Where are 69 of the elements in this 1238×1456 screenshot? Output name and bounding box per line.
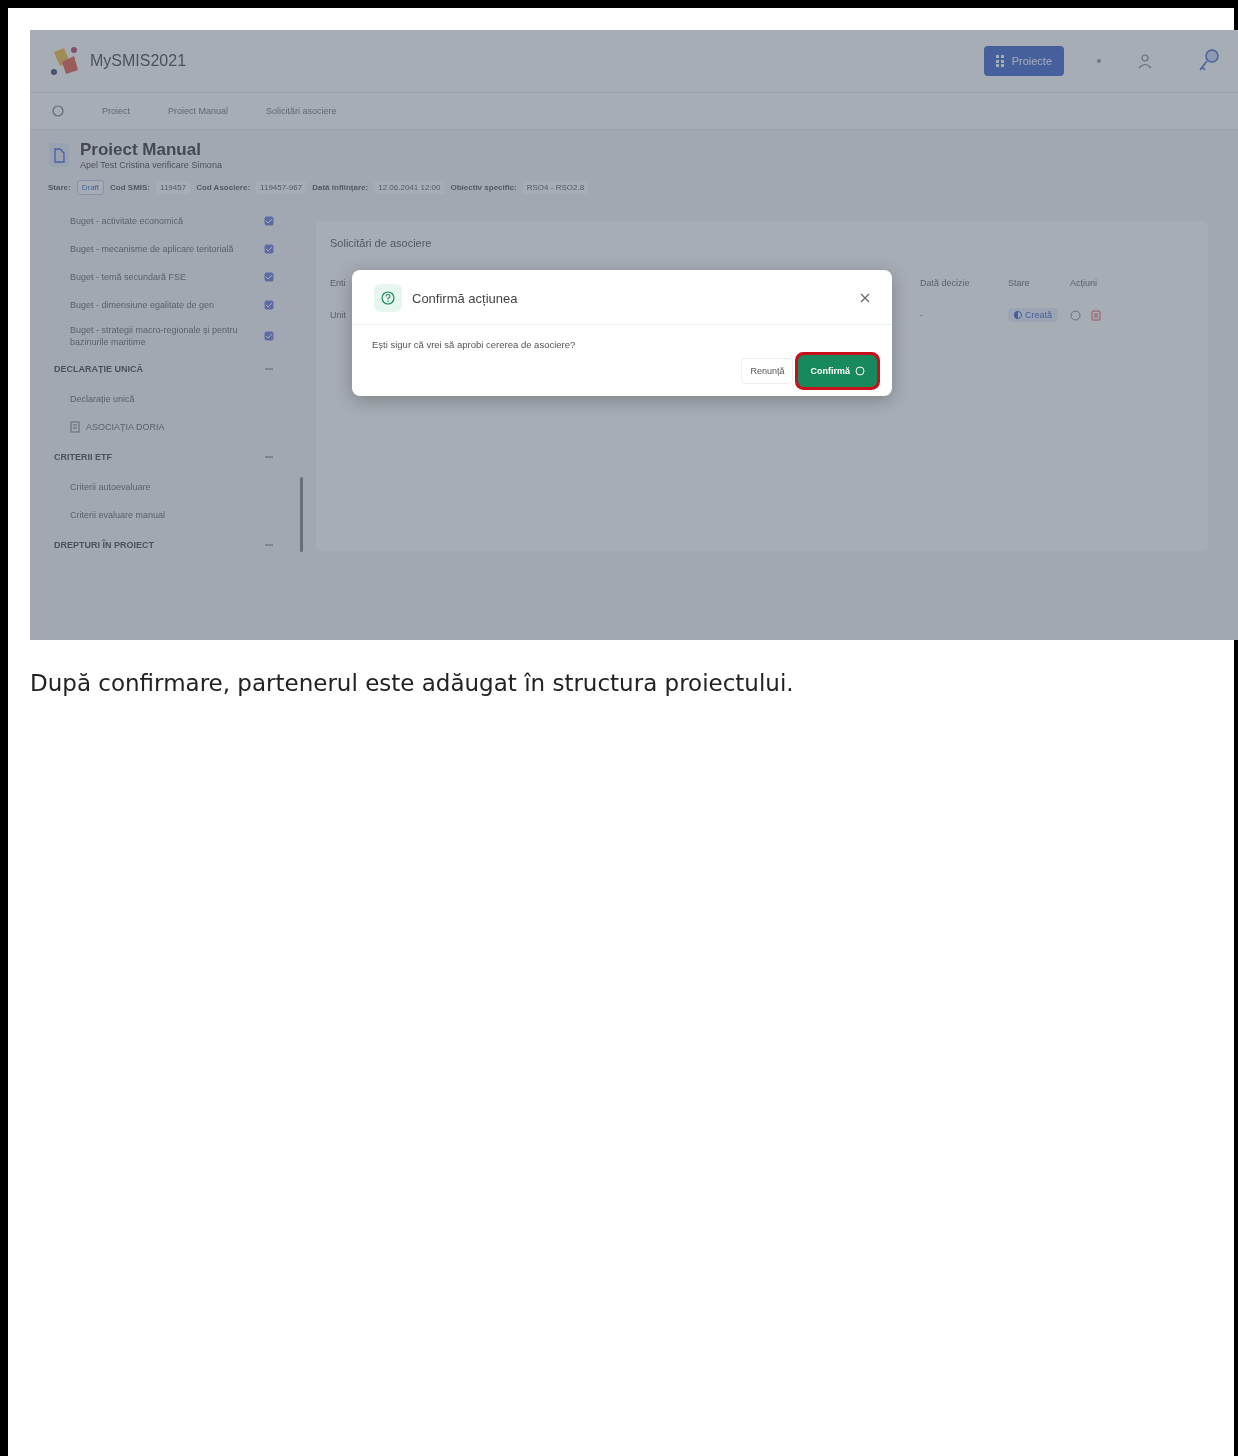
item-label: Buget - activitate economică — [70, 215, 184, 227]
meta-value: 119457-967 — [256, 181, 307, 194]
checkbox-icon — [264, 272, 274, 282]
sidebar-item[interactable]: Criterii autoevaluare — [30, 473, 292, 501]
column-header: Acțiuni — [1070, 278, 1098, 288]
status-badge: Draft — [76, 180, 105, 195]
item-label: Buget - dimensiune egalitate de gen — [70, 299, 215, 311]
item-label: Declarație unică — [70, 393, 135, 405]
meta-value: RSO4 - RSO2.8 — [522, 181, 589, 194]
item-label: DECLARAȚIE UNICĂ — [54, 363, 143, 375]
status-badge: Creată — [1008, 308, 1058, 322]
sidebar-item[interactable]: ASOCIAȚIA DORIA — [30, 413, 292, 441]
item-label: Buget - mecanisme de aplicare teritorială — [70, 243, 234, 255]
dialog-message: Ești sigur că vrei să aprobi cererea de asociere? — [371, 338, 577, 352]
meta-value: 119457 — [156, 181, 191, 194]
breadcrumb-link[interactable]: Solicitări asociere — [266, 106, 337, 116]
home-icon[interactable] — [52, 105, 64, 117]
dialog-title: Confirmă acțiunea — [412, 290, 519, 306]
column-header: Stare — [1008, 278, 1031, 288]
item-label: Criterii autoevaluare — [70, 481, 151, 493]
item-label: Criterii evaluare manual — [70, 509, 166, 521]
meta-label: Stare: — [48, 183, 71, 192]
building-icon — [70, 421, 80, 433]
card-title: Solicitări de asociere — [330, 237, 433, 249]
check-circle-icon[interactable] — [1070, 309, 1081, 321]
meta-label: Cod Asociere: — [196, 183, 251, 192]
sidebar-item[interactable]: Buget - dimensiune egalitate de gen — [30, 291, 292, 319]
trash-icon[interactable] — [1091, 309, 1101, 321]
column-header: Dată decizie — [920, 278, 971, 288]
sidebar-item[interactable]: Buget - mecanisme de aplicare teritorială — [30, 235, 292, 263]
item-label: ASOCIAȚIA DORIA — [86, 421, 165, 433]
item-label: CRITERII ETF — [54, 451, 112, 463]
meta-label: Cod SMIS: — [110, 183, 151, 192]
meta-label: Obiectiv specific: — [450, 183, 517, 192]
question-circle-icon — [381, 291, 395, 305]
section-header[interactable]: CRITERII ETF — [30, 441, 292, 473]
sidebar-item[interactable]: Criterii evaluare manual — [30, 501, 292, 529]
breadcrumb-link[interactable]: Proiect — [102, 106, 130, 116]
check-circle-icon — [855, 366, 865, 376]
section-header[interactable]: DECLARAȚIE UNICĂ — [30, 353, 292, 385]
item-label: Buget - temă secundară FSE — [70, 271, 187, 283]
meta-value: 12.06.2041 12:00 — [374, 181, 445, 194]
item-label: DREPTURI ÎN PROIECT — [54, 539, 154, 551]
checkbox-icon — [264, 216, 274, 226]
sidebar-item[interactable]: Buget - activitate economică — [30, 207, 292, 235]
checkbox-icon — [264, 300, 274, 310]
document-icon — [48, 142, 70, 168]
meta-label: Dată înființare: — [312, 183, 369, 192]
checkbox-icon — [264, 331, 274, 341]
half-circle-icon — [1014, 311, 1022, 319]
section-header[interactable]: DREPTURI ÎN PROIECT — [30, 529, 292, 561]
project-subtitle: Apel Test Cristina verificare Simona — [80, 160, 222, 170]
sidebar-item[interactable]: Buget - strategii macro-regionale și pentru bazinurile maritime — [30, 319, 292, 353]
table-cell-text: - — [920, 310, 924, 320]
project-title: Proiect Manual — [80, 140, 202, 160]
caption-text: După confirmare, partenerul este adăugat în structura proiectului. — [30, 670, 795, 696]
cancel-button[interactable]: Renunță — [741, 358, 794, 384]
checkbox-icon — [264, 244, 274, 254]
logo-text: MySMIS2021 — [90, 52, 187, 70]
table-cell-text: Unit — [330, 310, 347, 320]
close-icon[interactable] — [860, 293, 870, 303]
grid-icon — [995, 55, 1006, 67]
user-icon[interactable] — [1138, 53, 1152, 69]
breadcrumb-link[interactable]: Proiect Manual — [168, 106, 229, 116]
projects-button[interactable]: Proiecte — [983, 46, 1064, 76]
column-header: Enti — [330, 278, 347, 288]
sidebar-item[interactable]: Declarație unică — [30, 385, 292, 413]
sidebar-item[interactable]: Buget - temă secundară FSE — [30, 263, 292, 291]
item-label: Buget - strategii macro-regionale și pentru bazinurile maritime — [70, 324, 239, 348]
